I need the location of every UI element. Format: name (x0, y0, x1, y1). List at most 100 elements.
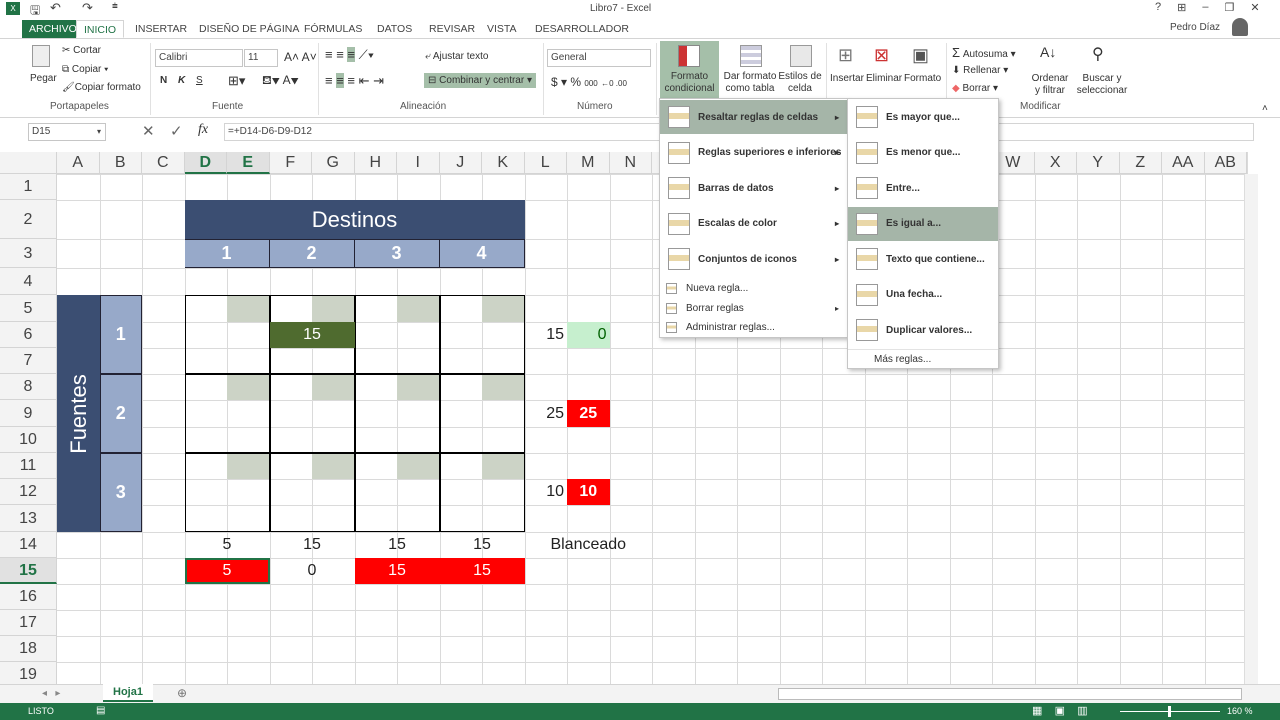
cf-menu-item[interactable]: Reglas superiores e inferiores ▸ (660, 136, 847, 170)
highlight-rule-item[interactable]: Texto que contiene... (848, 242, 998, 276)
cancel-icon[interactable]: ✕ (142, 122, 155, 140)
row-header-10[interactable]: 10 (0, 427, 57, 453)
help-icon[interactable]: ? (1155, 1, 1161, 14)
row-header-5[interactable]: 5 (0, 295, 57, 322)
more-rules-item[interactable]: Más reglas... (848, 349, 998, 368)
percent-button[interactable]: % (570, 75, 581, 89)
sheet-tab-hoja1[interactable]: Hoja1 (103, 684, 153, 702)
demand-remaining[interactable]: 15 (354, 558, 440, 584)
demand-value[interactable]: 15 (355, 532, 440, 558)
tab-desarrollador[interactable]: DESARROLLADOR (528, 20, 636, 38)
source-2[interactable]: 2 (99, 374, 142, 453)
user-name[interactable]: Pedro Díaz (1170, 22, 1220, 33)
row-header-13[interactable]: 13 (0, 505, 57, 532)
zoom-slider-thumb[interactable] (1168, 706, 1171, 717)
supply-remaining[interactable]: 0 (567, 322, 610, 348)
cf-menu-item[interactable]: Conjuntos de iconos ▸ (660, 242, 847, 276)
autosum-button[interactable]: Σ Autosuma ▾ (952, 45, 1016, 60)
destination-4[interactable]: 4 (439, 239, 525, 268)
merge-center-button[interactable]: ⊟ Combinar y centrar ▾ (424, 73, 537, 88)
select-all-corner[interactable] (0, 152, 57, 174)
tab-vista[interactable]: VISTA (480, 20, 524, 38)
balance-label[interactable]: Blanceado (525, 532, 653, 558)
source-1[interactable]: 1 (99, 295, 142, 374)
horizontal-align-icons[interactable]: ≡ ≡ ≡ ⇤ ⇥ (325, 73, 384, 89)
decimal-icons[interactable]: ←0 .00 (601, 79, 627, 88)
currency-button[interactable]: $ (551, 75, 558, 89)
tab-archivo[interactable]: ARCHIVO (22, 20, 84, 38)
name-box[interactable]: D15 ▾ (28, 123, 106, 141)
row-header-3[interactable]: 3 (0, 239, 57, 268)
supply-remaining[interactable]: 10 (567, 479, 610, 505)
customize-icon[interactable]: ⩧ (112, 1, 118, 12)
supply-value[interactable]: 15 (525, 322, 568, 348)
delete-cells-button[interactable]: Eliminar (866, 73, 902, 84)
fx-icon[interactable]: fx (198, 122, 208, 138)
grow-font-icon[interactable]: A˄ A˅ (284, 50, 317, 64)
column-header-K[interactable]: K (482, 152, 525, 174)
active-cell-selection[interactable] (184, 558, 270, 584)
vertical-align-icons[interactable]: ≡ ≡ ≡ ⟋▾ (325, 47, 374, 63)
undo-icon[interactable]: ↶ (50, 0, 61, 16)
find-select-button[interactable]: Buscar y seleccionar (1074, 73, 1130, 97)
supply-value[interactable]: 10 (525, 479, 568, 505)
destinos-header[interactable]: Destinos (184, 200, 525, 239)
row-header-1[interactable]: 1 (0, 174, 57, 200)
insert-cells-button[interactable]: Insertar (830, 73, 864, 84)
view-icons[interactable]: ▦ ▣ ▥ (1032, 704, 1088, 717)
borders-icon[interactable]: ⊞▾ (228, 73, 245, 89)
row-header-18[interactable]: 18 (0, 636, 57, 662)
highlight-rule-item[interactable]: Es menor que... (848, 136, 998, 170)
column-header-Z[interactable]: Z (1119, 152, 1162, 174)
number-format-select[interactable]: General (547, 49, 651, 67)
macro-record-icon[interactable]: ▤ (96, 705, 105, 716)
destination-1[interactable]: 1 (184, 239, 270, 268)
row-header-7[interactable]: 7 (0, 348, 57, 374)
underline-button[interactable]: S (196, 75, 203, 86)
highlight-rule-item[interactable]: Una fecha... (848, 278, 998, 312)
cf-menu-small-item[interactable]: Nueva regla... (660, 279, 847, 298)
row-header-6[interactable]: 6 (0, 322, 57, 348)
fill-button[interactable]: ⬇ Rellenar ▾ (952, 65, 1008, 76)
ribbon-display-icon[interactable]: ⊞ (1177, 1, 1186, 14)
restore-icon[interactable]: ❐ (1224, 1, 1234, 14)
tab-insertar[interactable]: INSERTAR (128, 20, 194, 38)
highlight-rule-item[interactable]: Duplicar valores... (848, 313, 998, 347)
format-as-table-button[interactable]: Dar formato como tabla (722, 71, 778, 95)
minimize-icon[interactable]: – (1202, 1, 1208, 14)
column-header-G[interactable]: G (312, 152, 355, 174)
font-name-select[interactable]: Calibri (155, 49, 243, 67)
column-header-B[interactable]: B (99, 152, 142, 174)
demand-remaining[interactable]: 0 (270, 558, 355, 584)
cf-menu-item[interactable]: Escalas de color ▸ (660, 207, 847, 241)
row-header-15[interactable]: 15 (0, 558, 57, 584)
font-size-select[interactable]: 11 (244, 49, 278, 67)
conditional-format-button[interactable]: Formato condicional (660, 41, 719, 99)
sheet-scroll-icons[interactable]: ◂ ▸ (42, 688, 60, 699)
row-header-16[interactable]: 16 (0, 584, 57, 610)
column-header-E[interactable]: E (227, 152, 270, 174)
add-sheet-icon[interactable]: ⊕ (177, 686, 187, 700)
fill-color-icon[interactable]: ⛾▾ A▾ (262, 73, 299, 89)
paste-button[interactable]: Pegar (30, 73, 57, 84)
column-header-L[interactable]: L (524, 152, 567, 174)
cf-menu-small-item[interactable]: Borrar reglas ▸ (660, 299, 847, 318)
fuentes-header[interactable]: Fuentes (57, 295, 100, 532)
demand-remaining[interactable]: 15 (439, 558, 525, 584)
column-header-AA[interactable]: AA (1162, 152, 1205, 174)
format-painter-button[interactable]: 🖌Copiar formato (62, 82, 141, 93)
demand-value[interactable]: 15 (440, 532, 525, 558)
tab-revisar[interactable]: REVISAR (422, 20, 482, 38)
cf-menu-item[interactable]: Resaltar reglas de celdas ▸ (660, 100, 847, 134)
cf-menu-small-item[interactable]: Administrar reglas... (660, 318, 847, 337)
column-header-C[interactable]: C (142, 152, 185, 174)
tab-formulas[interactable]: FÓRMULAS (297, 20, 369, 38)
copy-button[interactable]: ⧉ Copiar ▾ (62, 64, 108, 75)
format-cells-button[interactable]: Formato (904, 73, 941, 84)
enter-icon[interactable]: ✓ (170, 122, 183, 140)
highlight-rule-item[interactable]: Es igual a... (848, 206, 998, 241)
column-header-N[interactable]: N (609, 152, 652, 174)
avatar[interactable] (1232, 18, 1248, 36)
redo-icon[interactable]: ↷ (82, 0, 93, 16)
column-header-AB[interactable]: AB (1204, 152, 1247, 174)
